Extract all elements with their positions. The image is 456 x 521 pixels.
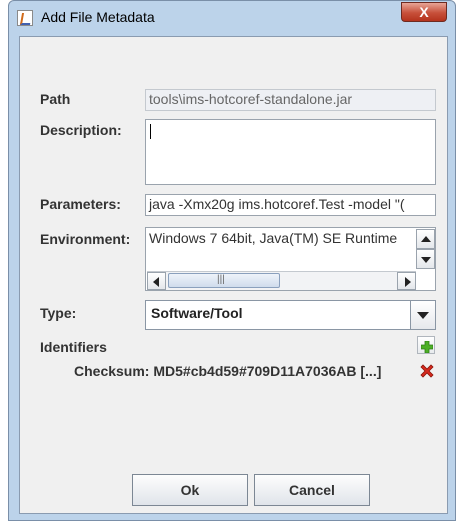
scroll-right-icon	[405, 277, 411, 287]
cancel-button[interactable]: Cancel	[254, 474, 370, 506]
red-x-icon	[419, 363, 435, 379]
type-label: Type:	[40, 305, 77, 321]
title-bar[interactable]: Add File Metadata X	[9, 1, 455, 35]
checksum-identifier: Checksum: MD5#cb4d59#709D11A7036AB [...]	[74, 363, 382, 379]
add-identifier-button[interactable]	[417, 336, 435, 354]
type-selected-value: Software/Tool	[151, 305, 243, 321]
environment-scrollpane[interactable]: Windows 7 64bit, Java(TM) SE Runtime |||	[145, 227, 436, 291]
environment-value: Windows 7 64bit, Java(TM) SE Runtime	[149, 230, 398, 246]
path-label: Path	[40, 91, 71, 107]
type-select[interactable]: Software/Tool	[145, 300, 436, 330]
description-textarea[interactable]	[145, 119, 436, 185]
horizontal-scrollbar[interactable]: |||	[147, 271, 416, 290]
scroll-down-button[interactable]	[416, 249, 435, 269]
scroll-up-button[interactable]	[416, 229, 435, 249]
description-label: Description:	[40, 122, 122, 138]
remove-identifier-button[interactable]	[418, 362, 436, 380]
scroll-thumb[interactable]: |||	[168, 273, 280, 288]
close-button[interactable]: X	[401, 2, 447, 22]
java-app-icon	[17, 10, 33, 26]
scroll-right-button[interactable]	[397, 272, 416, 290]
scroll-up-icon	[421, 236, 431, 242]
dropdown-arrow-icon[interactable]	[410, 301, 435, 329]
parameters-field[interactable]: java -Xmx20g ims.hotcoref.Test -model "(	[145, 194, 436, 216]
scroll-thumb-grip: |||	[217, 274, 225, 285]
text-cursor	[150, 124, 151, 139]
parameters-label: Parameters:	[40, 196, 121, 212]
path-field: tools\ims-hotcoref-standalone.jar	[145, 89, 436, 111]
plus-icon	[420, 340, 434, 354]
scroll-down-icon	[421, 257, 431, 263]
environment-label: Environment:	[40, 231, 131, 247]
dialog-content: Path tools\ims-hotcoref-standalone.jar D…	[19, 36, 448, 514]
identifiers-label: Identifiers	[40, 339, 107, 355]
dialog-window: Add File Metadata X Path tools\ims-hotco…	[8, 0, 456, 521]
scroll-left-button[interactable]	[147, 272, 166, 290]
window-title: Add File Metadata	[41, 9, 155, 25]
ok-button[interactable]: Ok	[132, 474, 248, 506]
scroll-left-icon	[153, 277, 159, 287]
